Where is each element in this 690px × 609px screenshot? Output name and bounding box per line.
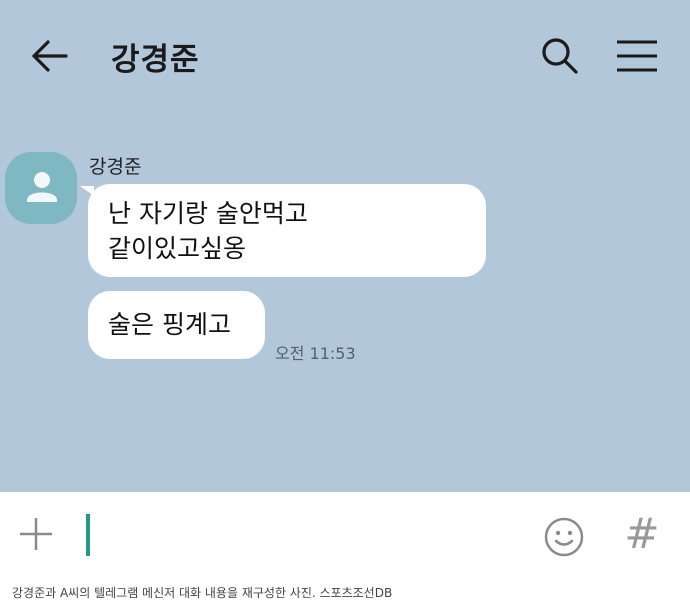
sender-name: 강경준 bbox=[89, 156, 142, 178]
attach-button[interactable] bbox=[16, 514, 56, 554]
search-icon bbox=[542, 38, 578, 74]
default-profile-icon bbox=[27, 172, 57, 202]
menu-button[interactable] bbox=[613, 36, 661, 76]
back-button[interactable] bbox=[28, 36, 72, 76]
message-bubble[interactable]: 난 자기랑 술안먹고 같이있고싶옹 bbox=[88, 184, 486, 277]
photo-caption: 강경준과 A씨의 텔레그램 메신저 대화 내용을 재구성한 사진. 스포츠조선D… bbox=[12, 586, 393, 600]
message-input-bar: # bbox=[0, 492, 690, 572]
arrow-left-icon bbox=[32, 40, 68, 72]
message-timestamp: 오전 11:53 bbox=[275, 344, 356, 363]
chat-title: 강경준 bbox=[111, 42, 200, 78]
message-bubble[interactable]: 술은 핑계고 bbox=[88, 291, 265, 359]
plus-icon bbox=[20, 518, 52, 550]
emoji-button[interactable] bbox=[543, 516, 585, 558]
emoji-icon bbox=[544, 517, 584, 557]
hashtag-button[interactable]: # bbox=[622, 510, 662, 558]
sender-avatar[interactable] bbox=[5, 152, 77, 224]
chat-area: 강경준 강경준 난 자기랑 술안먹고 같이있고싶옹 술은 핑계고 오전 11:5… bbox=[0, 0, 690, 492]
hamburger-menu-icon bbox=[617, 40, 657, 72]
message-input-field[interactable] bbox=[86, 514, 90, 556]
chat-header: 강경준 bbox=[0, 0, 690, 110]
search-button[interactable] bbox=[538, 34, 582, 78]
